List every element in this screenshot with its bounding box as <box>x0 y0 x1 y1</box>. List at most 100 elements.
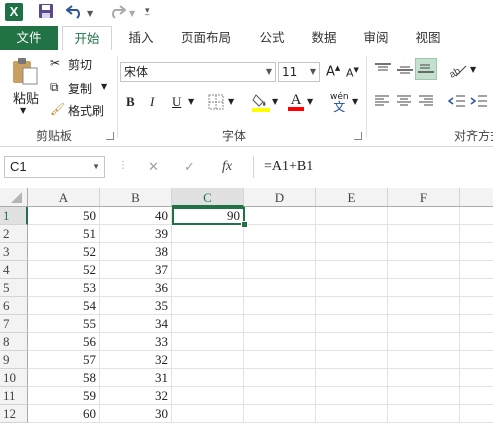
chevron-down-icon[interactable]: ▼ <box>92 157 100 177</box>
cell[interactable]: 54 <box>28 297 100 315</box>
cell[interactable] <box>172 387 244 405</box>
cell[interactable]: 35 <box>100 297 172 315</box>
cell[interactable]: 34 <box>100 315 172 333</box>
cell[interactable] <box>388 225 460 243</box>
cell[interactable] <box>316 333 388 351</box>
cell[interactable] <box>172 279 244 297</box>
cell[interactable]: 59 <box>28 387 100 405</box>
cut-icon[interactable]: ✂ <box>50 56 60 70</box>
cell[interactable] <box>388 369 460 387</box>
enter-button[interactable]: ✓ <box>184 160 195 175</box>
active-cell-border[interactable] <box>172 207 245 225</box>
cell[interactable]: 58 <box>28 369 100 387</box>
font-size-combo[interactable]: 11 ▼ <box>278 62 320 82</box>
cell[interactable]: 50 <box>28 207 100 225</box>
cell[interactable]: 31 <box>100 369 172 387</box>
row-header[interactable]: 1 <box>0 207 28 225</box>
cell[interactable] <box>244 243 316 261</box>
cell[interactable] <box>316 225 388 243</box>
save-icon[interactable] <box>38 3 54 23</box>
cell[interactable] <box>316 297 388 315</box>
tab-insert[interactable]: 插入 <box>118 26 164 50</box>
row-header[interactable]: 11 <box>0 387 28 405</box>
italic-button[interactable]: I <box>150 94 154 110</box>
cell[interactable]: 52 <box>28 243 100 261</box>
align-middle-icon[interactable] <box>396 62 414 82</box>
row-header[interactable]: 9 <box>0 351 28 369</box>
copy-dropdown-icon[interactable]: ▼ <box>101 82 107 91</box>
align-right-icon[interactable] <box>418 94 434 112</box>
cell[interactable] <box>172 351 244 369</box>
column-header-a[interactable]: A <box>28 188 100 207</box>
cell[interactable] <box>460 243 493 261</box>
row-header[interactable]: 7 <box>0 315 28 333</box>
cell[interactable] <box>244 351 316 369</box>
insert-function-button[interactable]: fx <box>222 159 232 175</box>
cell[interactable]: 57 <box>28 351 100 369</box>
cell[interactable] <box>316 369 388 387</box>
cell[interactable] <box>316 243 388 261</box>
format-painter-icon[interactable]: 🖌 <box>50 102 65 116</box>
fill-color-dropdown-icon[interactable]: ▼ <box>272 97 278 106</box>
name-box[interactable]: C1 ▼ <box>4 156 105 178</box>
orientation-icon[interactable]: ab <box>447 62 470 82</box>
splitter-icon[interactable]: ⋮ <box>118 160 128 171</box>
borders-icon[interactable] <box>208 94 224 114</box>
column-header-partial[interactable] <box>460 188 493 207</box>
column-header-c[interactable]: C <box>172 188 244 207</box>
grow-font-button[interactable]: A▲ <box>326 64 340 79</box>
underline-dropdown-icon[interactable]: ▼ <box>188 97 194 106</box>
align-bottom-icon[interactable] <box>415 58 437 80</box>
cell[interactable] <box>244 369 316 387</box>
cell[interactable]: 33 <box>100 333 172 351</box>
cell[interactable] <box>316 261 388 279</box>
column-header-e[interactable]: E <box>316 188 388 207</box>
cell[interactable] <box>460 261 493 279</box>
paste-button[interactable]: 粘贴 <box>12 88 40 107</box>
cell[interactable] <box>244 315 316 333</box>
cell[interactable] <box>316 207 388 225</box>
cell[interactable] <box>388 297 460 315</box>
cell[interactable]: 51 <box>28 225 100 243</box>
cell[interactable] <box>316 279 388 297</box>
font-color-button[interactable]: A <box>288 92 304 111</box>
align-left-icon[interactable] <box>374 94 390 112</box>
cell[interactable] <box>172 297 244 315</box>
cell[interactable] <box>460 387 493 405</box>
cell[interactable] <box>388 261 460 279</box>
cell[interactable] <box>316 315 388 333</box>
row-header[interactable]: 12 <box>0 405 28 423</box>
tab-formulas[interactable]: 公式 <box>250 26 294 50</box>
row-header[interactable]: 4 <box>0 261 28 279</box>
cell[interactable]: 53 <box>28 279 100 297</box>
tab-page-layout[interactable]: 页面布局 <box>172 26 240 50</box>
cell[interactable]: 40 <box>100 207 172 225</box>
cell[interactable] <box>172 261 244 279</box>
cell[interactable]: 38 <box>100 243 172 261</box>
undo-icon[interactable] <box>65 3 84 23</box>
cell[interactable] <box>316 387 388 405</box>
cancel-button[interactable]: ✕ <box>148 160 159 175</box>
tab-file[interactable]: 文件 <box>0 26 58 50</box>
fill-handle[interactable] <box>241 221 248 228</box>
align-top-icon[interactable] <box>374 62 392 82</box>
increase-indent-icon[interactable] <box>470 94 488 112</box>
formula-input[interactable]: =A1+B1 <box>253 156 493 178</box>
cell[interactable] <box>244 279 316 297</box>
row-header[interactable]: 8 <box>0 333 28 351</box>
borders-dropdown-icon[interactable]: ▼ <box>228 97 234 106</box>
cell[interactable] <box>460 315 493 333</box>
cell[interactable]: 30 <box>100 405 172 423</box>
cell[interactable] <box>172 369 244 387</box>
cell[interactable] <box>244 333 316 351</box>
cell[interactable] <box>172 333 244 351</box>
tab-data[interactable]: 数据 <box>302 26 346 50</box>
cell[interactable]: 37 <box>100 261 172 279</box>
redo-icon[interactable] <box>108 3 127 23</box>
cell[interactable]: 60 <box>28 405 100 423</box>
cell[interactable] <box>388 405 460 423</box>
format-painter-button[interactable]: 格式刷 <box>68 102 104 119</box>
cell[interactable]: 36 <box>100 279 172 297</box>
cell[interactable] <box>388 243 460 261</box>
font-color-dropdown-icon[interactable]: ▼ <box>307 97 313 106</box>
